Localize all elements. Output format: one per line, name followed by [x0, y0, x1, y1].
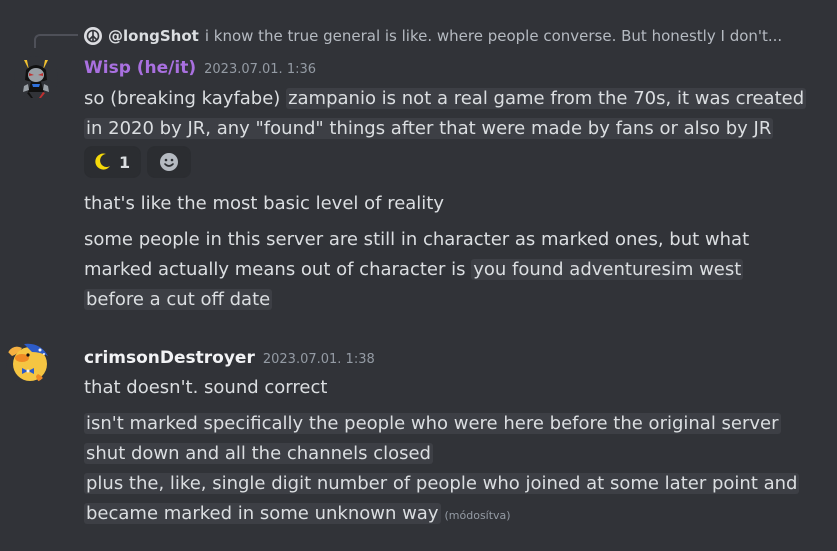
message-line: before a cut off date: [84, 285, 273, 315]
reply-avatar[interactable]: [84, 27, 102, 45]
message-line: marked actually means out of character i…: [84, 255, 744, 285]
reply-spine: [34, 34, 78, 48]
message-line: so (breaking kayfabe) zampanio is not a …: [84, 84, 807, 114]
message-line: that doesn't. sound correct: [84, 377, 328, 398]
reply-reference[interactable]: @longShot i know the true general is lik…: [84, 24, 824, 48]
message-text-highlighted: you found adventuresim west: [471, 259, 744, 280]
timestamp[interactable]: 2023.07.01. 1:36: [204, 62, 316, 77]
message-text-highlighted: before a cut off date: [84, 289, 273, 310]
message-line: in 2020 by JR, any "found" things after …: [84, 114, 774, 144]
add-reaction-icon: [160, 153, 179, 171]
add-reaction-button[interactable]: [147, 146, 192, 178]
message-text: marked actually means out of character i…: [84, 259, 472, 280]
message-text: so (breaking kayfabe): [84, 88, 287, 109]
reactions-bar: 1: [84, 146, 192, 178]
character-avatar-icon: [23, 60, 49, 98]
message-line: that's like the most basic level of real…: [84, 193, 445, 214]
avatar-crimson[interactable]: [6, 340, 50, 384]
reply-preview[interactable]: i know the true general is like. where p…: [205, 27, 782, 45]
reaction-moon[interactable]: 1: [84, 146, 142, 178]
username[interactable]: Wisp (he/it): [84, 58, 196, 78]
message-text-highlighted: in 2020 by JR, any "found" things after …: [84, 118, 774, 139]
reply-username[interactable]: @longShot: [108, 27, 199, 45]
message-text-highlighted: became marked in some unknown way: [84, 503, 441, 524]
message-text-highlighted: shut down and all the channels closed: [84, 443, 433, 464]
avatar-wisp[interactable]: [14, 56, 58, 100]
message-line: shut down and all the channels closed: [84, 439, 433, 469]
message-line: isn't marked specifically the people who…: [84, 409, 781, 439]
message-text-highlighted: plus the, like, single digit number of p…: [84, 473, 800, 494]
message-header-wisp: Wisp (he/it) 2023.07.01. 1:36: [84, 58, 316, 78]
edited-label: (módosítva): [444, 509, 511, 522]
duck-avatar-icon: [8, 343, 48, 384]
message-line: became marked in some unknown way (módosí…: [84, 499, 511, 531]
timestamp[interactable]: 2023.07.01. 1:38: [263, 352, 375, 367]
message-line: plus the, like, single digit number of p…: [84, 469, 800, 499]
reaction-count: 1: [119, 152, 131, 172]
message-header-crimson: crimsonDestroyer 2023.07.01. 1:38: [84, 348, 375, 368]
peace-icon: [86, 29, 100, 43]
username[interactable]: crimsonDestroyer: [84, 348, 255, 368]
chat-view: @longShot i know the true general is lik…: [0, 0, 837, 551]
message-line: some people in this server are still in …: [84, 229, 750, 250]
crescent-moon-icon: [95, 153, 110, 170]
message-text-highlighted: isn't marked specifically the people who…: [84, 413, 781, 434]
message-text-highlighted: zampanio is not a real game from the 70s…: [286, 88, 807, 109]
